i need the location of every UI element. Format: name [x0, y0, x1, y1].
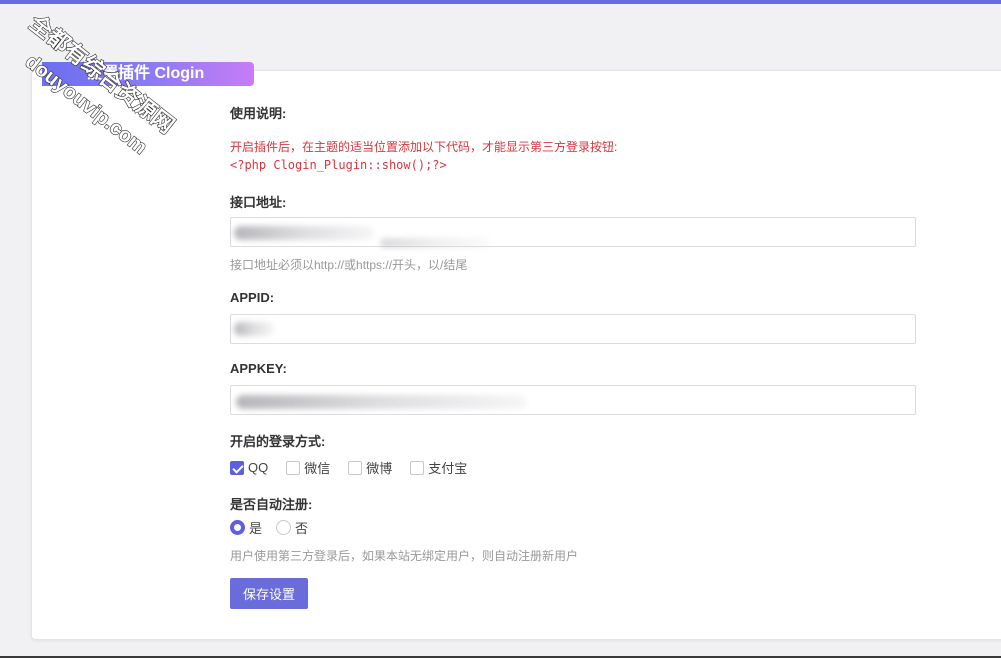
login-option-label: 微信 [304, 461, 331, 476]
login-methods-group: QQ 微信 微博 支付宝 [230, 458, 485, 477]
radio-button[interactable] [230, 520, 245, 535]
auto-register-yes[interactable]: 是 [230, 518, 262, 537]
redacted-blur [234, 226, 374, 240]
top-accent-bar [0, 0, 1001, 4]
card-title: 设置插件 Clogin [86, 65, 205, 82]
login-option-label: QQ [248, 460, 269, 475]
login-option-alipay[interactable]: 支付宝 [410, 458, 467, 477]
usage-code: <?php Clogin_Plugin::show();?> [230, 158, 447, 172]
api-url-label: 接口地址: [230, 195, 287, 210]
radio-button[interactable] [276, 520, 292, 535]
checkbox[interactable] [348, 460, 363, 475]
auto-register-no[interactable]: 否 [276, 518, 308, 537]
api-url-hint: 接口地址必须以http://或https://开头，以/结尾 [230, 258, 468, 272]
checkbox[interactable] [286, 460, 301, 475]
appkey-label: APPKEY: [230, 361, 287, 376]
auto-register-label: 是否自动注册: [230, 497, 313, 512]
appid-input[interactable] [230, 314, 916, 344]
checkbox[interactable] [230, 460, 244, 475]
redacted-blur [380, 238, 490, 248]
redacted-blur [234, 322, 274, 336]
radio-label: 否 [295, 521, 309, 536]
appid-label: APPID: [230, 290, 275, 305]
auto-register-hint: 用户使用第三方登录后，如果本站无绑定用户，则自动注册新用户 [230, 549, 579, 563]
login-option-wechat[interactable]: 微信 [286, 458, 330, 477]
card-title-tab: 设置插件 Clogin [42, 62, 254, 86]
usage-heading: 使用说明: [230, 106, 287, 121]
login-option-weibo[interactable]: 微博 [348, 458, 392, 477]
login-option-label: 微博 [366, 461, 393, 476]
usage-notice: 开启插件后，在主题的适当位置添加以下代码，才能显示第三方登录按钮: [230, 140, 618, 154]
login-option-qq[interactable]: QQ [230, 460, 268, 475]
radio-label: 是 [249, 521, 263, 536]
auto-register-group: 是 否 [230, 518, 322, 537]
checkbox[interactable] [410, 460, 425, 475]
login-methods-label: 开启的登录方式: [230, 434, 326, 449]
login-option-label: 支付宝 [428, 461, 468, 476]
redacted-blur [236, 395, 526, 409]
save-settings-button[interactable]: 保存设置 [230, 578, 308, 609]
